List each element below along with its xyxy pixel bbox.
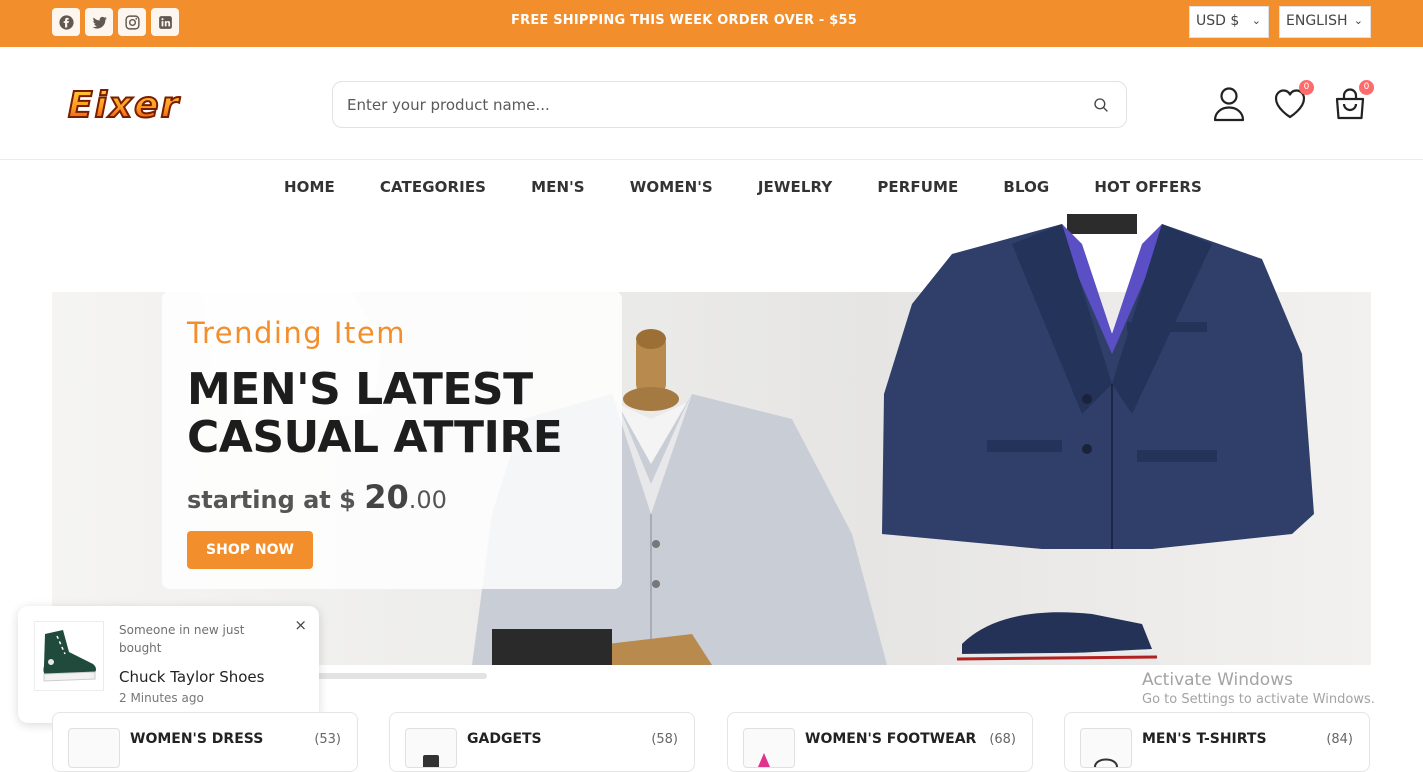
tshirt-icon bbox=[1094, 758, 1118, 768]
toast-timestamp: 2 Minutes ago bbox=[119, 691, 204, 705]
category-thumbnail bbox=[68, 728, 120, 768]
instagram-icon[interactable] bbox=[118, 8, 146, 36]
watermark-line1: Activate Windows bbox=[1142, 670, 1293, 690]
price-prefix: starting at $ bbox=[187, 486, 356, 514]
currency-value: USD $ bbox=[1196, 13, 1240, 29]
search-icon[interactable] bbox=[1092, 96, 1110, 114]
wishlist-count-badge: 0 bbox=[1299, 80, 1314, 95]
category-thumbnail bbox=[743, 728, 795, 768]
promo-text: FREE SHIPPING THIS WEEK ORDER OVER - $55 bbox=[511, 13, 857, 28]
top-bar: FREE SHIPPING THIS WEEK ORDER OVER - $55… bbox=[0, 0, 1423, 47]
nav-item-perfume[interactable]: PERFUME bbox=[877, 178, 958, 196]
category-name: MEN'S T-SHIRTS bbox=[1142, 731, 1267, 747]
shop-now-button[interactable]: SHOP NOW bbox=[187, 531, 313, 569]
nav-item-jewelry[interactable]: JEWELRY bbox=[758, 178, 832, 196]
language-value: ENGLISH bbox=[1286, 13, 1348, 29]
gadget-icon bbox=[423, 755, 439, 769]
site-logo[interactable]: Eixer bbox=[64, 82, 240, 127]
close-icon[interactable]: × bbox=[294, 616, 307, 634]
hero-eyebrow: Trending Item bbox=[187, 316, 406, 350]
main-nav: HOME CATEGORIES MEN'S WOMEN'S JEWELRY PE… bbox=[284, 178, 1202, 196]
nav-item-home[interactable]: HOME bbox=[284, 178, 335, 196]
price-cents: .00 bbox=[408, 486, 447, 514]
account-icon[interactable] bbox=[1212, 86, 1246, 122]
watermark-line2: Go to Settings to activate Windows. bbox=[1142, 692, 1375, 707]
linkedin-icon[interactable] bbox=[151, 8, 179, 36]
category-name: WOMEN'S DRESS bbox=[130, 731, 264, 747]
category-count: (58) bbox=[651, 732, 678, 747]
category-thumbnail bbox=[405, 728, 457, 769]
nav-item-womens[interactable]: WOMEN'S bbox=[630, 178, 713, 196]
sneaker-icon bbox=[43, 630, 96, 682]
toast-subtitle: Someone in new just bought bbox=[119, 623, 245, 655]
category-name: GADGETS bbox=[467, 731, 542, 747]
svg-text:Eixer: Eixer bbox=[68, 85, 181, 126]
category-thumbnail bbox=[1080, 728, 1132, 768]
category-card[interactable]: MEN'S T-SHIRTS (84) bbox=[1064, 712, 1370, 772]
price-whole: 20 bbox=[364, 478, 409, 516]
toast-product-image bbox=[34, 621, 104, 691]
chevron-down-icon: ⌄ bbox=[1353, 14, 1363, 27]
nav-item-blog[interactable]: BLOG bbox=[1003, 178, 1049, 196]
toast-product-name: Chuck Taylor Shoes bbox=[119, 668, 265, 686]
category-count: (84) bbox=[1326, 732, 1353, 747]
category-name: WOMEN'S FOOTWEAR bbox=[805, 731, 977, 747]
heel-icon bbox=[758, 753, 770, 767]
hero-headline-line1: MEN'S LATEST bbox=[187, 364, 533, 415]
language-select[interactable]: ENGLISH ⌄ bbox=[1279, 6, 1371, 38]
chevron-down-icon: ⌄ bbox=[1251, 14, 1261, 27]
nav-item-hot-offers[interactable]: HOT OFFERS bbox=[1094, 178, 1202, 196]
recent-purchase-toast: Someone in new just bought Chuck Taylor … bbox=[18, 606, 319, 723]
hero-headline-line2: CASUAL ATTIRE bbox=[187, 412, 563, 463]
header-divider bbox=[0, 159, 1423, 160]
category-count: (68) bbox=[989, 732, 1016, 747]
hero-slider-scrollbar[interactable] bbox=[312, 673, 487, 679]
category-card[interactable]: WOMEN'S DRESS (53) bbox=[52, 712, 358, 772]
cart-count-badge: 0 bbox=[1359, 80, 1374, 95]
nav-item-categories[interactable]: CATEGORIES bbox=[380, 178, 486, 196]
nav-item-mens[interactable]: MEN'S bbox=[531, 178, 585, 196]
category-count: (53) bbox=[314, 732, 341, 747]
hero-price: starting at $ 20.00 bbox=[187, 478, 447, 516]
currency-select[interactable]: USD $ ⌄ bbox=[1189, 6, 1269, 38]
search-box[interactable] bbox=[332, 81, 1127, 128]
category-card[interactable]: WOMEN'S FOOTWEAR (68) bbox=[727, 712, 1033, 772]
facebook-icon[interactable] bbox=[52, 8, 80, 36]
category-card[interactable]: GADGETS (58) bbox=[389, 712, 695, 772]
twitter-icon[interactable] bbox=[85, 8, 113, 36]
search-input[interactable] bbox=[347, 94, 1047, 116]
windows-activation-watermark: Activate Windows Go to Settings to activ… bbox=[1142, 670, 1375, 707]
hero-headline: MEN'S LATEST CASUAL ATTIRE bbox=[187, 364, 563, 463]
